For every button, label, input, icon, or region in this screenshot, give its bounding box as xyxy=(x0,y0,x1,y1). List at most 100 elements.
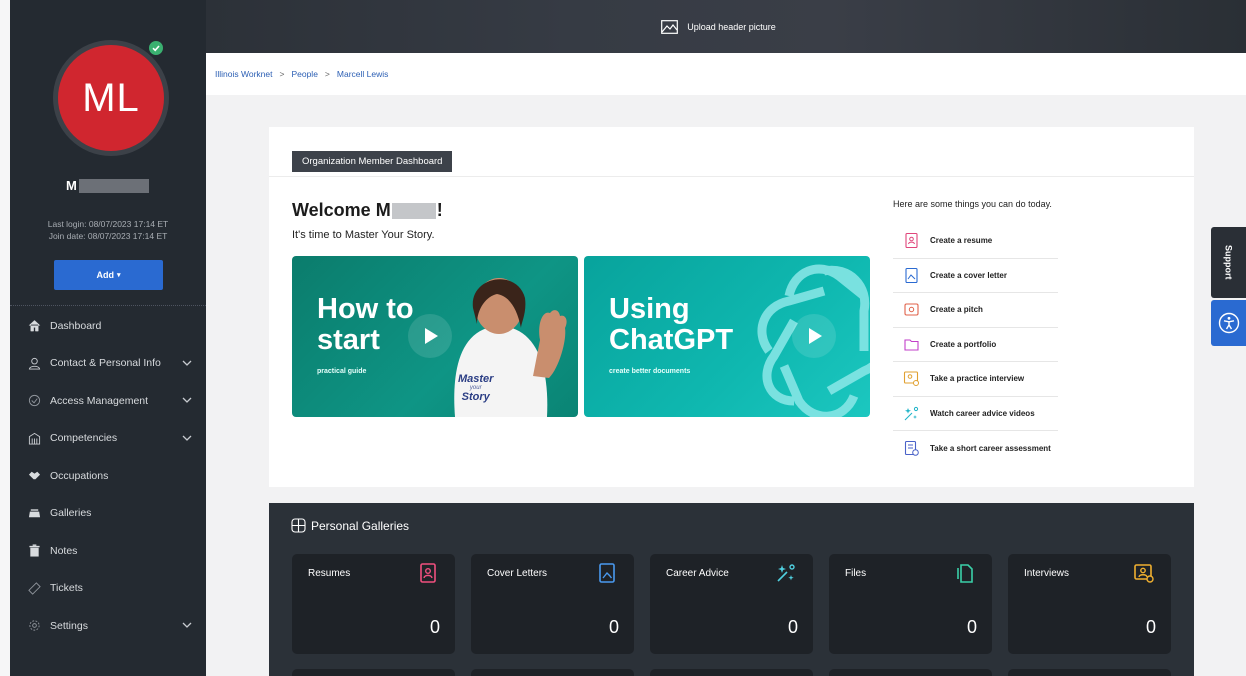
sidebar-item-tickets[interactable]: Tickets xyxy=(10,570,206,608)
caret-down-icon: ▾ xyxy=(116,272,121,279)
sidebar-item-settings[interactable]: Settings xyxy=(10,607,206,645)
gallery-tile-label: Interviews xyxy=(1024,568,1070,579)
accessibility-icon xyxy=(1218,312,1239,334)
gallery-tile-career-advice[interactable]: Career Advice 0 xyxy=(650,554,813,654)
sidebar-item-label: Occupations xyxy=(50,469,109,482)
sidebar-item-dashboard[interactable]: Dashboard xyxy=(10,307,206,345)
upload-header-button[interactable]: Upload header picture xyxy=(661,19,776,34)
resume-icon xyxy=(902,232,920,250)
sparkle-icon xyxy=(902,404,920,422)
todo-label: Watch career advice videos xyxy=(930,408,1035,418)
sidebar-item-label: Tickets xyxy=(50,582,83,595)
ticket-icon xyxy=(27,581,41,595)
resume-icon xyxy=(417,562,439,584)
interview-icon xyxy=(1133,562,1155,584)
add-button[interactable]: Add ▾ xyxy=(54,260,163,290)
cover-letter-icon xyxy=(596,562,618,584)
cover-letter-icon xyxy=(902,266,920,284)
todo-list: Create a resume Create a cover letter Cr… xyxy=(893,224,1058,466)
gallery-tile-files[interactable]: Files 0 xyxy=(829,554,992,654)
pitch-icon xyxy=(902,301,920,319)
sidebar-item-label: Galleries xyxy=(50,507,92,520)
user-name: M xyxy=(66,178,149,193)
gallery-tile-count: 0 xyxy=(787,617,798,637)
video-how-to-start[interactable]: Master your Story How to start practical… xyxy=(292,256,578,417)
gallery-tile-partial xyxy=(292,669,455,676)
gallery-tile-interviews[interactable]: Interviews 0 xyxy=(1008,554,1171,654)
avatar[interactable]: ML xyxy=(58,45,164,151)
breadcrumb-link-illinois-worknet[interactable]: Illinois Worknet xyxy=(215,69,272,79)
gallery-tile-cover-letters[interactable]: Cover Letters 0 xyxy=(471,554,634,654)
todo-create-portfolio[interactable]: Create a portfolio xyxy=(893,328,1058,362)
assessment-icon xyxy=(902,439,920,457)
dashboard-card: Organization Member Dashboard Welcome M … xyxy=(269,127,1194,487)
layers-icon xyxy=(27,506,41,520)
accessibility-button[interactable] xyxy=(1211,300,1246,346)
gallery-tile-count: 0 xyxy=(608,617,619,637)
sidebar-item-label: Dashboard xyxy=(50,319,102,332)
video-subtitle: create better documents xyxy=(609,368,691,375)
gallery-tile-count: 0 xyxy=(429,617,440,637)
breadcrumb-current[interactable]: Marcell Lewis xyxy=(337,69,389,79)
video-using-chatgpt[interactable]: Using ChatGPT create better documents xyxy=(584,256,870,417)
support-tab[interactable]: Support xyxy=(1211,227,1246,298)
video-title-line: ChatGPT xyxy=(609,324,734,356)
video-title: How to start xyxy=(317,294,414,356)
play-icon[interactable] xyxy=(792,314,836,358)
sidebar-item-notes[interactable]: Notes xyxy=(10,532,206,570)
sidebar-item-competencies[interactable]: Competencies xyxy=(10,420,206,458)
todo-label: Create a resume xyxy=(930,236,993,246)
avatar-ring: ML xyxy=(53,39,169,156)
sidebar-item-occupations[interactable]: Occupations xyxy=(10,457,206,495)
video-title-line: Using xyxy=(609,293,690,325)
sidebar-item-label: Access Management xyxy=(50,394,149,407)
todo-label: Create a cover letter xyxy=(930,270,1007,280)
login-info: Last login: 08/07/2023 17:14 ET Join dat… xyxy=(10,218,206,242)
video-title-line: start xyxy=(317,324,380,356)
todo-career-assessment[interactable]: Take a short career assessment xyxy=(893,431,1058,466)
welcome-suffix: ! xyxy=(436,200,443,220)
welcome-subtitle: It's time to Master Your Story. xyxy=(292,229,435,241)
add-button-label: Add xyxy=(96,270,114,280)
sidebar-item-galleries[interactable]: Galleries xyxy=(10,495,206,533)
galleries-heading: Personal Galleries xyxy=(291,518,409,533)
chevron-down-icon xyxy=(182,397,192,403)
shirt-text: Master your Story xyxy=(458,374,493,403)
gallery-tile-label: Files xyxy=(845,568,867,579)
divider xyxy=(10,305,206,306)
gallery-tile-label: Career Advice xyxy=(666,568,729,579)
gallery-tile-partial xyxy=(829,669,992,676)
sidebar-item-access[interactable]: Access Management xyxy=(10,382,206,420)
support-tab-label: Support xyxy=(1223,245,1234,280)
todo-title: Here are some things you can do today. xyxy=(893,199,1052,209)
left-edge xyxy=(0,0,10,676)
breadcrumb-link-people[interactable]: People xyxy=(291,69,317,79)
chevron-right-icon: > xyxy=(279,69,285,79)
gear-icon xyxy=(27,619,41,633)
dashboard-label: Organization Member Dashboard xyxy=(292,151,453,172)
interview-icon xyxy=(902,370,920,388)
todo-career-advice-videos[interactable]: Watch career advice videos xyxy=(893,397,1058,431)
gallery-tile-count: 0 xyxy=(1145,617,1156,637)
person-icon xyxy=(27,356,41,370)
sidebar-item-label: Notes xyxy=(50,544,78,557)
todo-create-resume[interactable]: Create a resume xyxy=(893,224,1058,259)
image-icon xyxy=(661,19,679,34)
todo-create-pitch[interactable]: Create a pitch xyxy=(893,293,1058,328)
files-icon xyxy=(954,562,976,584)
breadcrumb: Illinois Worknet > People > Marcell Lewi… xyxy=(206,53,1246,95)
play-icon[interactable] xyxy=(408,314,452,358)
todo-practice-interview[interactable]: Take a practice interview xyxy=(893,362,1058,397)
todo-create-cover-letter[interactable]: Create a cover letter xyxy=(893,259,1058,293)
video-title-line: How to xyxy=(317,293,414,325)
gallery-tile-label: Cover Letters xyxy=(487,568,548,579)
sidebar-item-label: Contact & Personal Info xyxy=(50,357,161,370)
sidebar-item-contact[interactable]: Contact & Personal Info xyxy=(10,345,206,383)
galleries-icon xyxy=(291,518,306,533)
gallery-tile-resumes[interactable]: Resumes 0 xyxy=(292,554,455,654)
name-redaction xyxy=(391,202,436,219)
verified-icon xyxy=(147,39,165,57)
join-date: Join date: 08/07/2023 17:14 ET xyxy=(48,231,168,241)
name-redaction xyxy=(78,178,149,193)
shirt-text-master: Master xyxy=(458,373,494,385)
